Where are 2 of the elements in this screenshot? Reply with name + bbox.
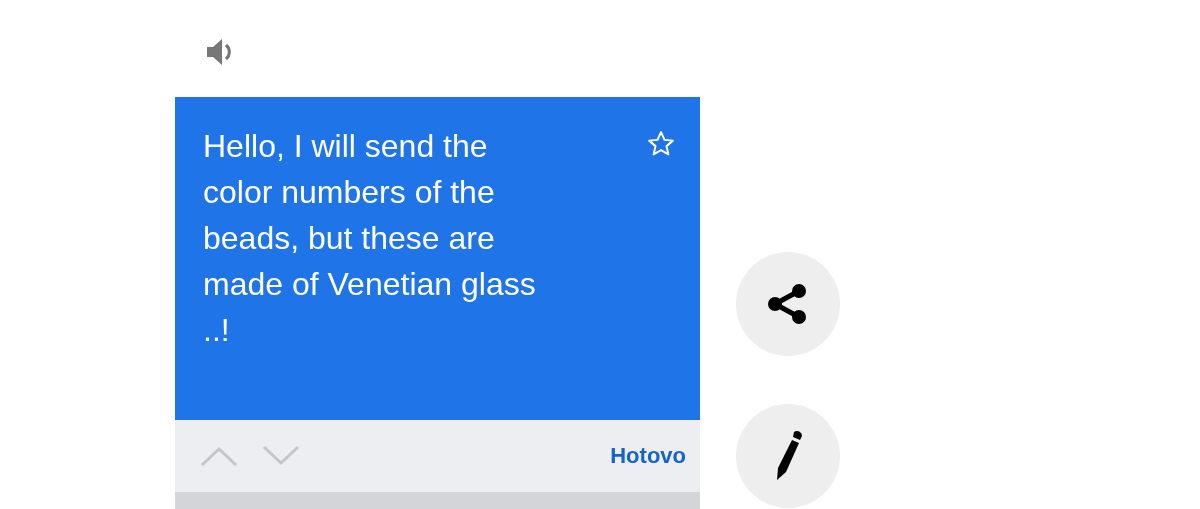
translation-text: Hello, I will send the color numbers of the beads, but these are made of Venetian glass ..! bbox=[203, 127, 537, 350]
done-button[interactable]: Hotovo bbox=[610, 443, 686, 469]
